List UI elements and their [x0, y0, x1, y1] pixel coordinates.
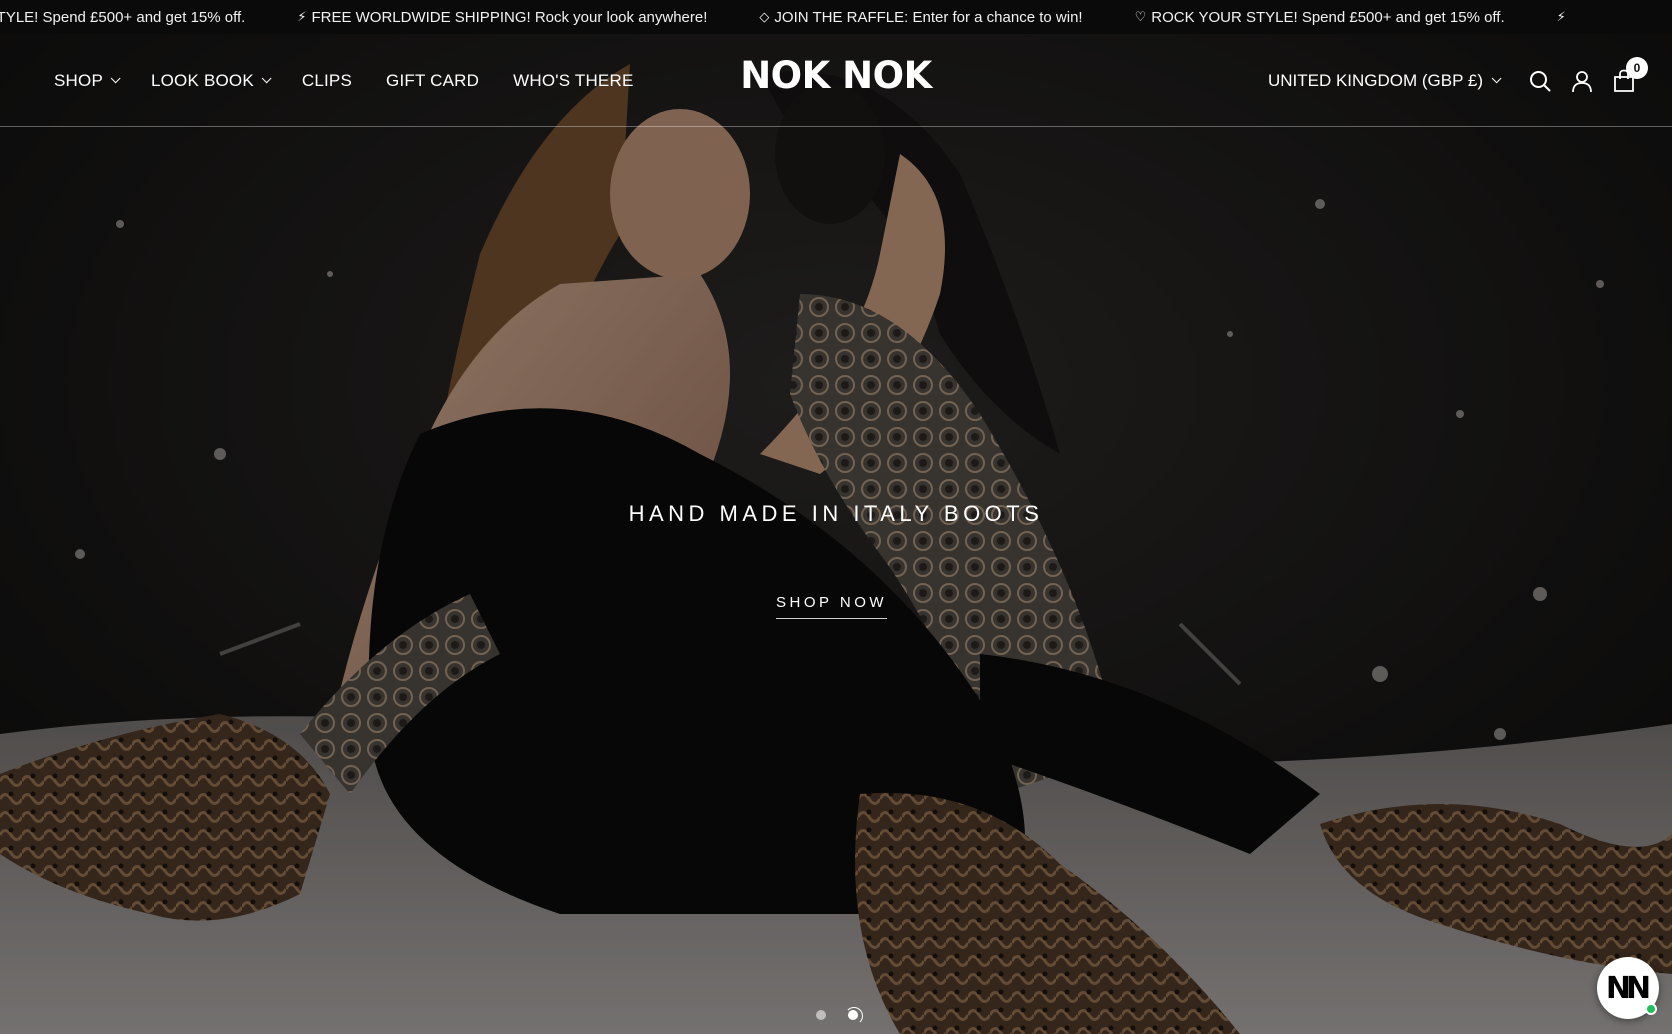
account-icon [1572, 70, 1592, 92]
online-status-indicator [1645, 1003, 1657, 1015]
search-button[interactable] [1528, 69, 1552, 93]
hero-banner [0, 34, 1672, 1034]
announcement-track: ♡ R STYLE! Spend £500+ and get 15% off. … [0, 0, 1623, 34]
slide-dot-2[interactable] [845, 1007, 863, 1025]
slider-dots [816, 1007, 880, 1025]
slide-dot-1[interactable] [816, 1010, 826, 1020]
heart-icon: ♡ [1134, 9, 1147, 24]
announcement-item: ⚡︎ FREE WORLDWIDE SHIPPING! Rock your lo… [297, 8, 708, 26]
announcement-item: ♡ ROCK YOUR STYLE! Spend £500+ and get 1… [1134, 8, 1505, 26]
announcement-item: ◇ JOIN THE RAFFLE: Enter for a chance to… [759, 8, 1083, 26]
announcement-bar: ♡ R STYLE! Spend £500+ and get 15% off. … [0, 0, 1672, 34]
cart-count-badge: 0 [1626, 56, 1648, 79]
site-header: SHOP LOOK BOOK CLIPS GIFT CARD WHO'S THE… [0, 34, 1672, 127]
chat-widget-button[interactable]: NN [1597, 957, 1659, 1019]
cart-button[interactable]: 0 [1612, 56, 1648, 93]
chat-widget-logo: NN [1605, 970, 1651, 1006]
announcement-item: ♡ R STYLE! Spend £500+ and get 15% off. [0, 8, 246, 26]
lightning-icon: ⚡︎ [1556, 9, 1566, 24]
lightning-icon: ⚡︎ [297, 9, 307, 24]
currency-selector[interactable]: UNITED KINGDOM (GBP £) [1268, 71, 1502, 91]
diamond-icon: ◇ [759, 9, 770, 24]
search-icon [1530, 70, 1551, 91]
announcement-item: ⚡︎ [1557, 9, 1571, 25]
header-tools: UNITED KINGDOM (GBP £) 0 [1268, 34, 1672, 127]
hero-overlay [0, 34, 1672, 1034]
account-button[interactable] [1570, 69, 1594, 93]
chevron-down-icon [1491, 73, 1502, 84]
shop-now-button[interactable]: SHOP NOW [776, 594, 888, 619]
hero-title: HAND MADE IN ITALY BOOTS [628, 501, 1044, 526]
